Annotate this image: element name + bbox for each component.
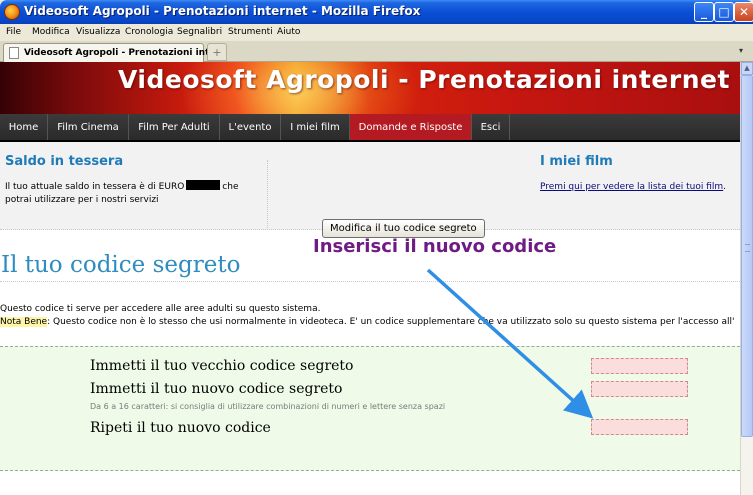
saldo-title: Saldo in tessera bbox=[5, 154, 124, 169]
window-title: Videosoft Agropoli - Prenotazioni intern… bbox=[24, 4, 421, 18]
miei-film-link-suffix: . bbox=[723, 182, 727, 192]
nota-bene-label: Nota Bene bbox=[0, 317, 48, 327]
maximize-button[interactable]: □ bbox=[714, 2, 734, 22]
submit-change-code-button[interactable]: Modifica il tuo codice segreto bbox=[322, 219, 485, 238]
menu-modifica[interactable]: Modifica bbox=[32, 27, 70, 37]
tab-bar: Videosoft Agropoli - Prenotazioni int...… bbox=[0, 41, 753, 62]
nav-item-film-cinema[interactable]: Film Cinema bbox=[48, 114, 129, 140]
new-code-input[interactable] bbox=[591, 381, 688, 397]
scroll-grip-icon bbox=[745, 244, 750, 252]
miei-film-link[interactable]: Premi qui per vedere la lista dei tuoi f… bbox=[540, 182, 723, 192]
nav-item-home[interactable]: Home bbox=[0, 114, 48, 140]
page-title: Il tuo codice segreto bbox=[1, 252, 241, 278]
page-viewport: Videosoft Agropoli - Prenotazioni intern… bbox=[0, 62, 740, 495]
new-tab-button[interactable]: + bbox=[207, 43, 227, 61]
description-line-1: Questo codice ti serve per accedere alle… bbox=[0, 304, 321, 314]
saldo-text-before: Il tuo attuale saldo in tessera è di EUR… bbox=[5, 182, 185, 192]
site-banner: Videosoft Agropoli - Prenotazioni intern… bbox=[0, 62, 740, 114]
nav-item-evento[interactable]: L'evento bbox=[220, 114, 281, 140]
repeat-code-label: Ripeti il tuo nuovo codice bbox=[90, 420, 271, 436]
redacted-amount bbox=[186, 180, 221, 190]
old-code-input[interactable] bbox=[591, 358, 688, 374]
scroll-up-icon[interactable]: ▲ bbox=[741, 62, 753, 75]
menu-segnalibri[interactable]: Segnalibri bbox=[177, 27, 222, 37]
vertical-scrollbar[interactable]: ▲ bbox=[740, 62, 753, 495]
info-divider bbox=[267, 160, 268, 228]
menu-bar: File Modifica Visualizza Cronologia Segn… bbox=[0, 24, 753, 41]
scroll-thumb[interactable] bbox=[741, 75, 753, 437]
nota-bene-text: : Questo codice non è lo stesso che usi … bbox=[47, 317, 735, 327]
tab-videosoft[interactable]: Videosoft Agropoli - Prenotazioni int... bbox=[3, 43, 220, 62]
menu-visualizza[interactable]: Visualizza bbox=[76, 27, 120, 37]
new-code-hint: Da 6 a 16 caratteri: si consiglia di uti… bbox=[90, 402, 446, 411]
minimize-button[interactable]: _ bbox=[694, 2, 714, 22]
nav-item-film-per-adulti[interactable]: Film Per Adulti bbox=[129, 114, 220, 140]
description-line-2: Nota Bene: Questo codice non è lo stesso… bbox=[0, 317, 735, 327]
title-divider bbox=[0, 281, 740, 282]
repeat-code-input[interactable] bbox=[591, 419, 688, 435]
menu-file[interactable]: File bbox=[6, 27, 21, 37]
nav-item-miei-film[interactable]: I miei film bbox=[281, 114, 350, 140]
miei-film-title: I miei film bbox=[540, 154, 613, 169]
firefox-window: Videosoft Agropoli - Prenotazioni intern… bbox=[0, 0, 753, 495]
new-code-label: Immetti il tuo nuovo codice segreto bbox=[90, 381, 343, 397]
main-nav: Home Film Cinema Film Per Adulti L'event… bbox=[0, 114, 740, 140]
nav-item-esci[interactable]: Esci bbox=[472, 114, 510, 140]
old-code-label: Immetti il tuo vecchio codice segreto bbox=[90, 358, 354, 374]
saldo-text: Il tuo attuale saldo in tessera è di EUR… bbox=[5, 180, 265, 207]
tab-list-chevron-icon[interactable]: ▾ bbox=[739, 46, 743, 55]
menu-strumenti[interactable]: Strumenti bbox=[228, 27, 273, 37]
title-bar: Videosoft Agropoli - Prenotazioni intern… bbox=[0, 0, 753, 24]
tab-label: Videosoft Agropoli - Prenotazioni int... bbox=[24, 48, 220, 58]
close-button[interactable]: ✕ bbox=[734, 2, 753, 22]
miei-film-line: Premi qui per vedere la lista dei tuoi f… bbox=[540, 182, 726, 192]
site-title: Videosoft Agropoli - Prenotazioni intern… bbox=[118, 65, 730, 94]
info-panel: Saldo in tessera Il tuo attuale saldo in… bbox=[0, 142, 740, 230]
nav-item-domande-risposte[interactable]: Domande e Risposte bbox=[350, 114, 472, 140]
change-code-form: Immetti il tuo vecchio codice segreto Im… bbox=[0, 346, 740, 471]
firefox-icon bbox=[4, 4, 20, 20]
annotation-label: Inserisci il nuovo codice bbox=[313, 236, 557, 257]
page-icon bbox=[9, 47, 19, 59]
menu-aiuto[interactable]: Aiuto bbox=[277, 27, 300, 37]
menu-cronologia[interactable]: Cronologia bbox=[125, 27, 173, 37]
